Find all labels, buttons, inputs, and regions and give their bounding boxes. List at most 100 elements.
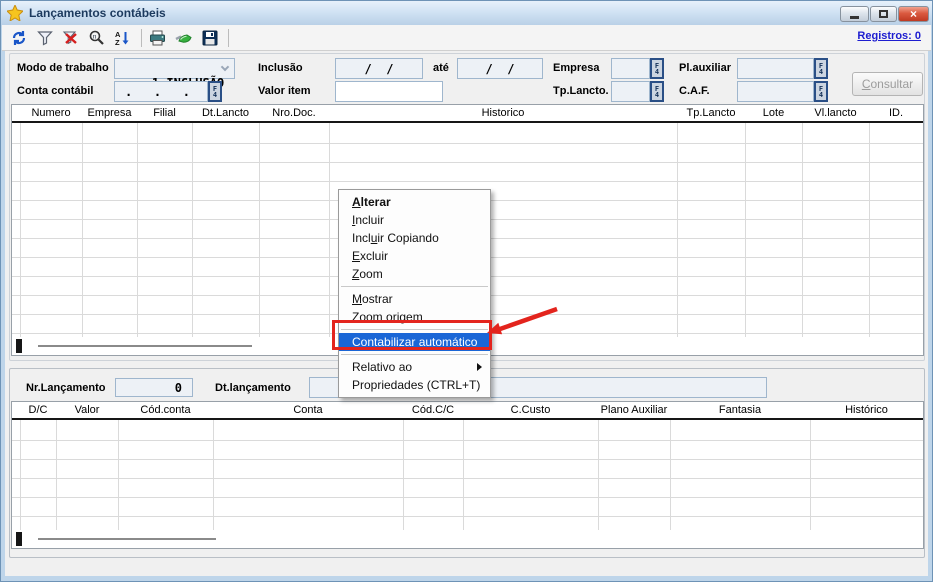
menu-item-alterar[interactable]: Alterar — [339, 193, 490, 211]
caf-f4-button[interactable]: F4 — [814, 81, 828, 102]
detail-grid-hscrollbar[interactable] — [12, 530, 923, 548]
caf-input[interactable] — [737, 81, 814, 102]
menu-item-contabilizar-automatico[interactable]: Contabilizar automático — [339, 333, 490, 351]
svg-text:n: n — [92, 32, 96, 40]
menu-item-incluir-copiando[interactable]: Incluir Copiando — [339, 229, 490, 247]
pl-auxiliar-label: Pl.auxiliar — [679, 62, 731, 74]
conta-contabil-f4-button[interactable]: F4 — [208, 81, 222, 102]
column-header-conta[interactable]: Conta — [213, 402, 403, 418]
grid-line — [213, 402, 214, 530]
svg-text:Z: Z — [115, 38, 120, 46]
pl-auxiliar-f4-button[interactable]: F4 — [814, 58, 828, 79]
send-icon[interactable] — [174, 29, 193, 47]
menu-item-zoom-origem[interactable]: Zoom origem — [339, 308, 490, 326]
column-header-id[interactable]: ID. — [869, 105, 923, 121]
grid-line — [869, 105, 870, 337]
column-header-ccusto[interactable]: C.Custo — [463, 402, 598, 418]
find-icon[interactable]: n — [87, 29, 106, 47]
grid-line — [20, 105, 21, 337]
grid-line — [677, 105, 678, 337]
empresa-f4-button[interactable]: F4 — [650, 58, 664, 79]
column-header-numero[interactable]: Numero — [20, 105, 82, 121]
empresa-input[interactable] — [611, 58, 650, 79]
consultar-button[interactable]: Consultar — [852, 72, 923, 96]
detail-grid-header: D/C Valor Cód.conta Conta Cód.C/C C.Cust… — [12, 402, 923, 420]
caf-label: C.A.F. — [679, 85, 710, 97]
empresa-label: Empresa — [553, 62, 599, 74]
column-header-historico[interactable]: Histórico — [810, 402, 923, 418]
save-icon[interactable] — [200, 29, 219, 47]
column-header-dtlancto[interactable]: Dt.Lancto — [192, 105, 259, 121]
date-to-input[interactable]: / / — [457, 58, 543, 79]
print-icon[interactable] — [148, 29, 167, 47]
tp-lancto-input[interactable] — [611, 81, 650, 102]
column-header-valor[interactable]: Valor — [56, 402, 118, 418]
column-header-codcc[interactable]: Cód.C/C — [403, 402, 463, 418]
date-from-input[interactable]: / / — [335, 58, 423, 79]
grid-line — [329, 105, 330, 337]
grid-line — [82, 105, 83, 337]
toolbar-separator — [141, 29, 142, 47]
grid-line — [56, 402, 57, 530]
scrollbar-thumb[interactable] — [16, 339, 22, 353]
minimize-button[interactable] — [840, 6, 869, 22]
refresh-icon[interactable] — [9, 29, 28, 47]
column-header-nrodoc[interactable]: Nro.Doc. — [259, 105, 329, 121]
inclusao-label: Inclusão — [258, 62, 303, 74]
filter-icon[interactable] — [35, 29, 54, 47]
column-header-dc[interactable]: D/C — [20, 402, 56, 418]
maximize-button[interactable] — [870, 6, 897, 22]
f4-label: 4 — [655, 92, 659, 98]
nr-lancamento-input[interactable]: 0 — [115, 378, 193, 397]
valor-item-label: Valor item — [258, 85, 311, 97]
menu-item-propriedades[interactable]: Propriedades (CTRL+T) — [339, 376, 490, 394]
menu-item-excluir[interactable]: Excluir — [339, 247, 490, 265]
column-header-codconta[interactable]: Cód.conta — [118, 402, 213, 418]
chevron-down-icon — [221, 63, 229, 71]
valor-item-input[interactable] — [335, 81, 443, 102]
modo-trabalho-select[interactable]: 1-INCLUSÃO — [114, 58, 235, 79]
grid-line — [192, 105, 193, 337]
menu-separator — [341, 286, 488, 287]
column-header-vllancto[interactable]: Vl.lancto — [802, 105, 869, 121]
toolbar-separator — [228, 29, 229, 47]
dt-lancamento-label: Dt.lançamento — [215, 382, 291, 394]
column-header-planoauxiliar[interactable]: Plano Auxiliar — [598, 402, 670, 418]
detail-grid[interactable]: D/C Valor Cód.conta Conta Cód.C/C C.Cust… — [11, 401, 924, 549]
column-header-lote[interactable]: Lote — [745, 105, 802, 121]
grid-line — [810, 402, 811, 530]
detail-grid-body[interactable] — [12, 422, 923, 530]
ate-label: até — [433, 62, 449, 74]
menu-item-zoom[interactable]: Zoom — [339, 265, 490, 283]
pl-auxiliar-input[interactable] — [737, 58, 814, 79]
app-window: Lançamentos contábeis × n A — [0, 0, 933, 582]
column-header-filial[interactable]: Filial — [137, 105, 192, 121]
grid-line — [463, 402, 464, 530]
menu-item-mostrar[interactable]: Mostrar — [339, 290, 490, 308]
toolbar: n A Z Registros: — [2, 25, 931, 51]
column-header-fantasia[interactable]: Fantasia — [670, 402, 810, 418]
grid-line — [137, 105, 138, 337]
minimize-icon — [850, 16, 859, 19]
tp-lancto-f4-button[interactable]: F4 — [650, 81, 664, 102]
column-header-historico[interactable]: Historico — [329, 105, 677, 121]
grid-line — [745, 105, 746, 337]
scrollbar-track[interactable] — [38, 538, 216, 540]
clear-filter-icon[interactable] — [61, 29, 80, 47]
f4-label: 4 — [819, 92, 823, 98]
scrollbar-track[interactable] — [38, 345, 252, 347]
title-bar[interactable]: Lançamentos contábeis — [1, 1, 932, 25]
menu-item-relativo-ao[interactable]: Relativo ao — [339, 358, 490, 376]
column-header-tplancto[interactable]: Tp.Lancto — [677, 105, 745, 121]
sort-az-icon[interactable]: A Z — [113, 29, 132, 47]
grid-line — [802, 105, 803, 337]
grid-line — [670, 402, 671, 530]
menu-item-incluir[interactable]: Incluir — [339, 211, 490, 229]
registros-link[interactable]: Registros: 0 — [857, 30, 921, 42]
window-title: Lançamentos contábeis — [29, 6, 166, 20]
f4-label: 4 — [819, 69, 823, 75]
scrollbar-thumb[interactable] — [16, 532, 22, 546]
conta-contabil-input[interactable]: . . . . — [114, 81, 208, 102]
close-button[interactable]: × — [898, 6, 929, 22]
modo-trabalho-label: Modo de trabalho — [17, 62, 109, 74]
